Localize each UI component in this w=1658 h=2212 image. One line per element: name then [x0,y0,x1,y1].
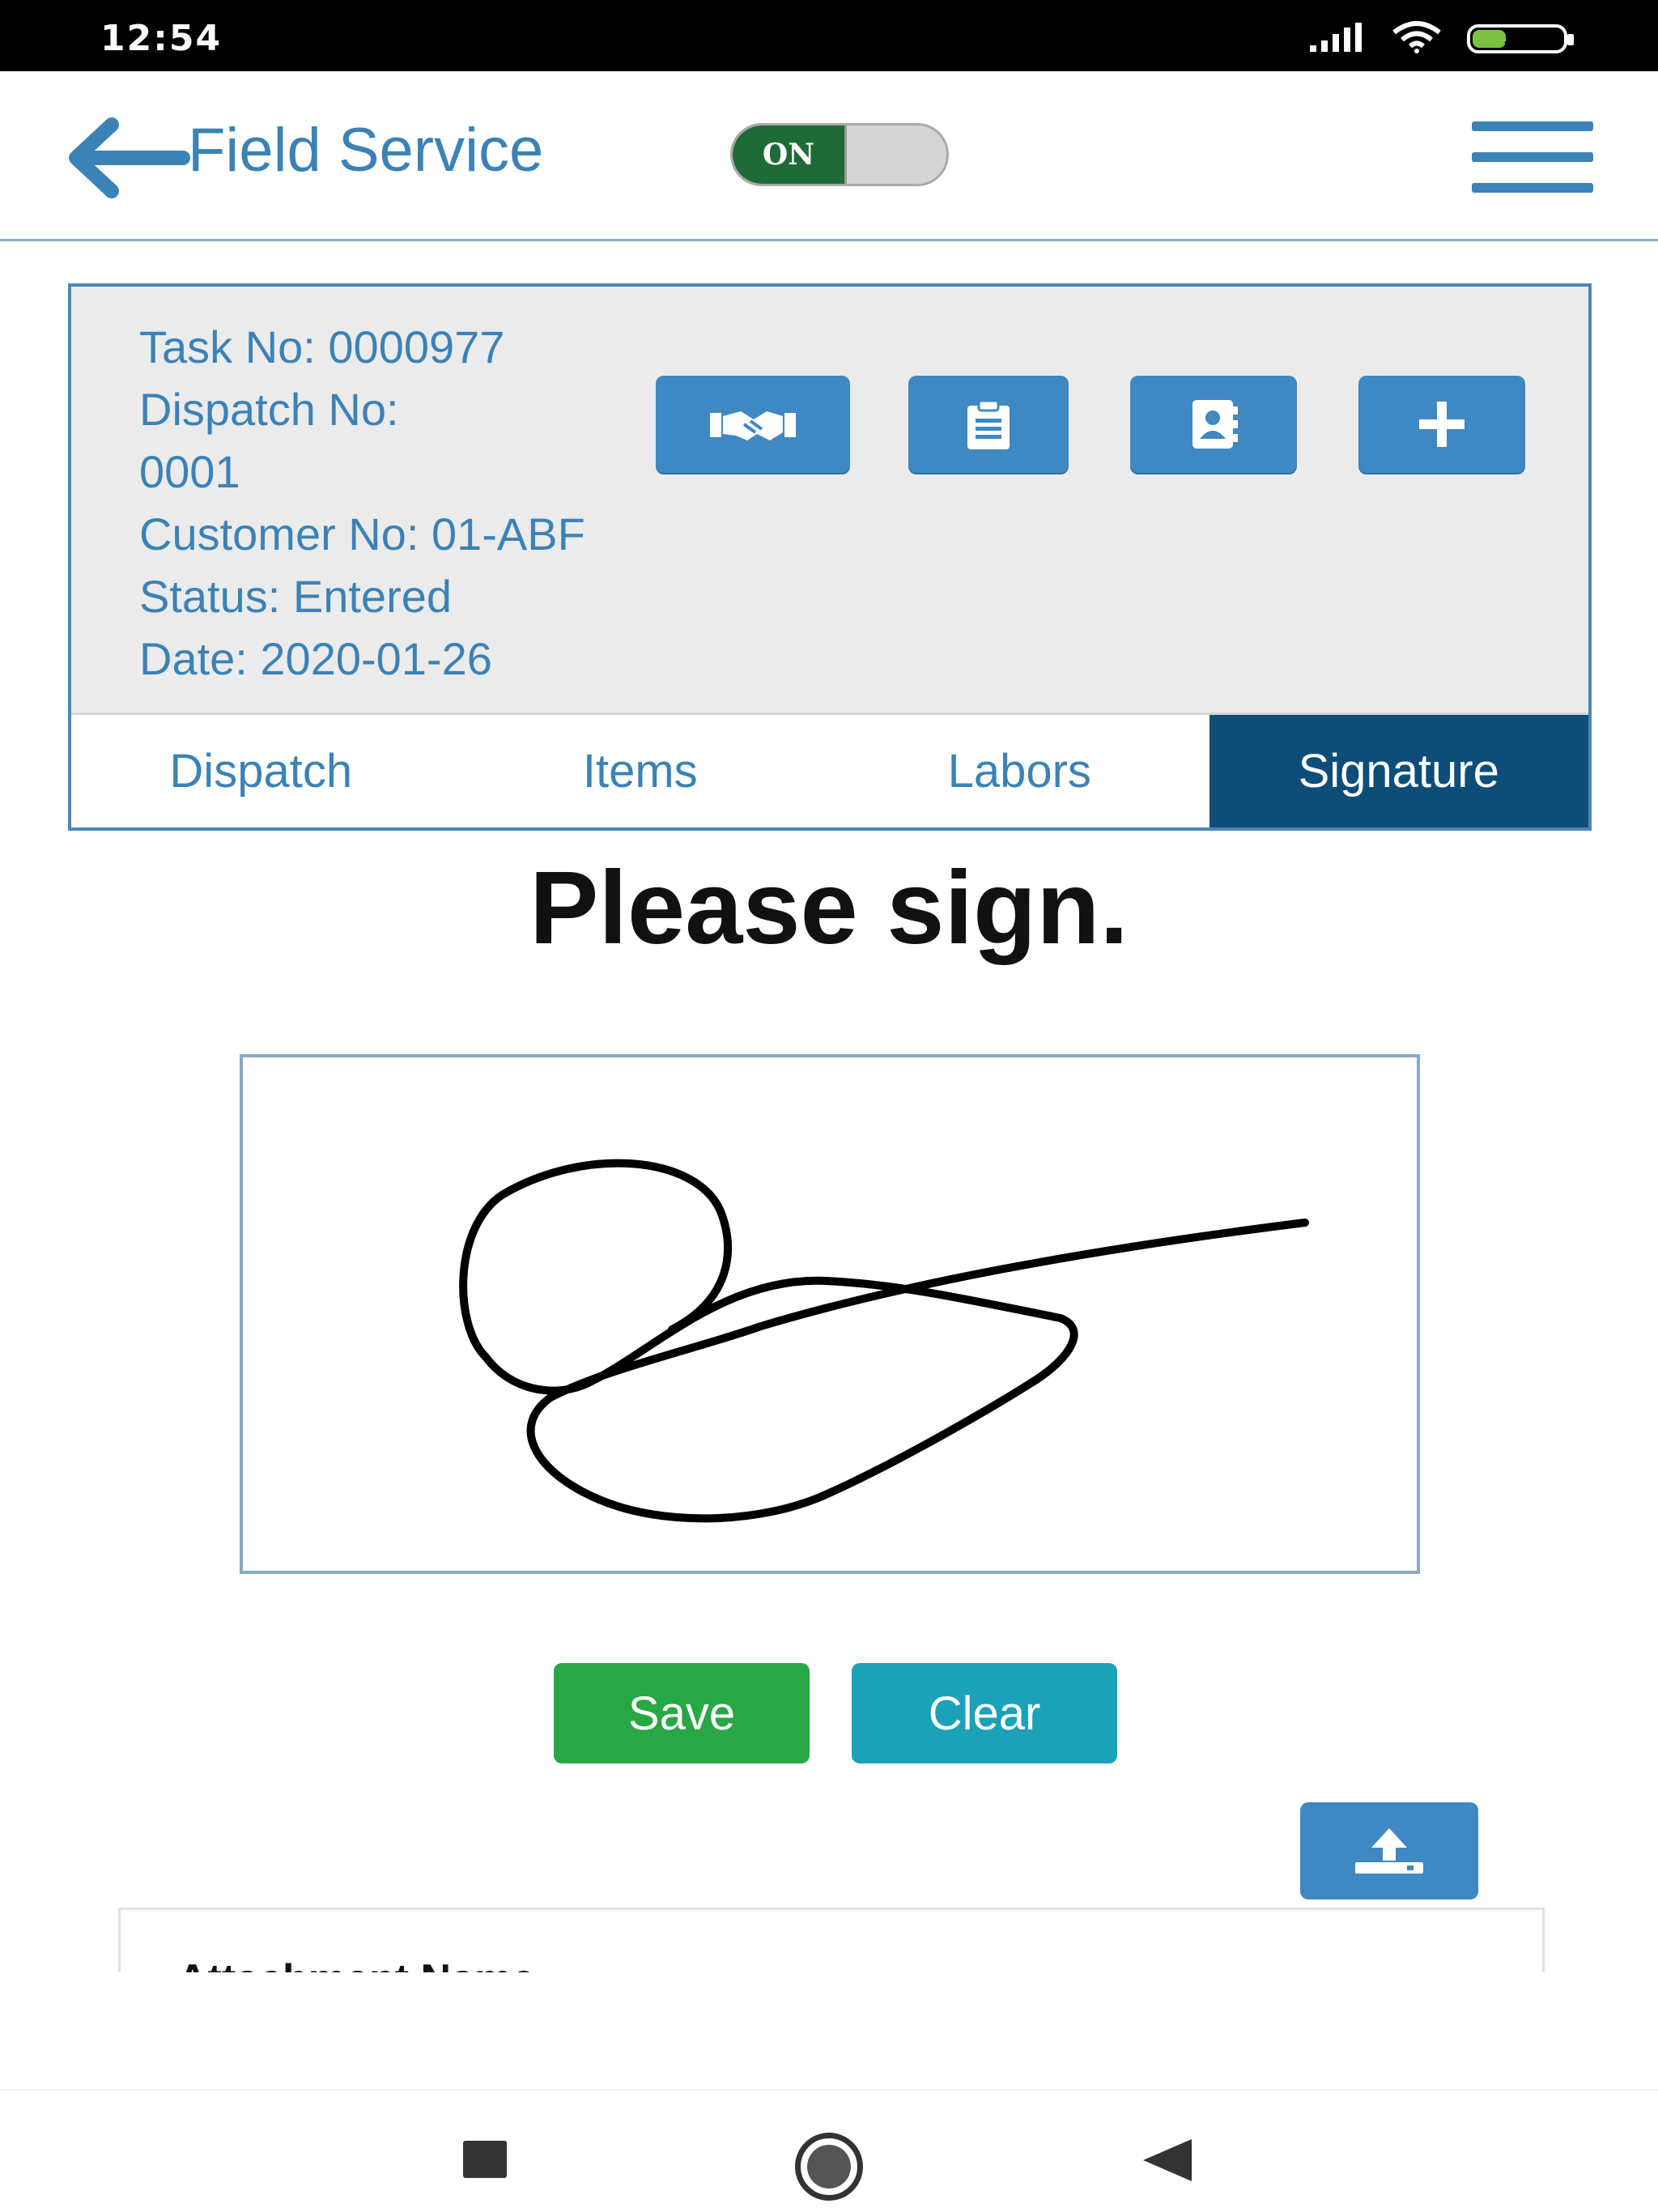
battery-percent: 37 [1503,27,1531,49]
contact-book-icon [1192,400,1238,449]
signature-prompt: Please sign. [529,850,1129,966]
task-actions [71,376,1588,476]
back-icon[interactable] [1143,2139,1192,2181]
signature-pad[interactable] [240,1054,1420,1574]
status-time: 12:54 [100,18,223,59]
system-navigation-bar [0,2089,1658,2212]
wifi-icon [1391,21,1443,57]
app-title: Field Service [188,116,544,185]
attachment-name-header: Attachment Name [177,1955,535,1972]
recent-apps-icon[interactable] [463,2141,507,2178]
upload-button[interactable] [1300,1802,1478,1899]
task-tabs: Dispatch Items Labors Signature [71,713,1588,827]
customer-number: Customer No: 01-ABF [139,508,585,559]
status-bar: 12:54 37 [0,0,1658,71]
attachment-table: Attachment Name [118,1908,1545,1972]
signal-icon [1308,23,1367,55]
system-icons: 37 [1308,21,1574,57]
tab-signature[interactable]: Signature [1209,715,1588,827]
home-icon[interactable] [795,2133,863,2201]
signature-stroke [459,1159,1309,1523]
task-number: Task No: 0000977 [139,321,505,372]
contact-book-button[interactable] [1130,376,1297,473]
task-info: Task No: 0000977 Dispatch No: 0001 Custo… [139,316,585,690]
toggle-knob [844,125,847,184]
hamburger-menu-icon[interactable] [1472,121,1593,194]
tab-labors[interactable]: Labors [830,715,1209,827]
handshake-icon [710,411,796,440]
handshake-button[interactable] [656,376,850,473]
clipboard-icon [967,399,1010,449]
tab-dispatch[interactable]: Dispatch [71,715,451,827]
add-button[interactable] [1358,376,1525,473]
toggle-on-label: ON [733,125,844,184]
task-status: Status: Entered [139,571,453,622]
online-toggle[interactable]: ON [730,123,949,186]
back-arrow-icon[interactable] [62,113,191,202]
tab-items[interactable]: Items [451,715,831,827]
task-card: Task No: 0000977 Dispatch No: 0001 Custo… [68,283,1592,831]
upload-icon [1355,1828,1423,1874]
task-date: Date: 2020-01-26 [139,633,492,684]
plus-icon [1419,402,1465,447]
clear-button[interactable]: Clear [852,1663,1117,1763]
clipboard-button[interactable] [908,376,1069,473]
battery-icon: 37 [1467,24,1574,53]
save-button[interactable]: Save [554,1663,810,1763]
app-header: Field Service ON [0,71,1658,241]
